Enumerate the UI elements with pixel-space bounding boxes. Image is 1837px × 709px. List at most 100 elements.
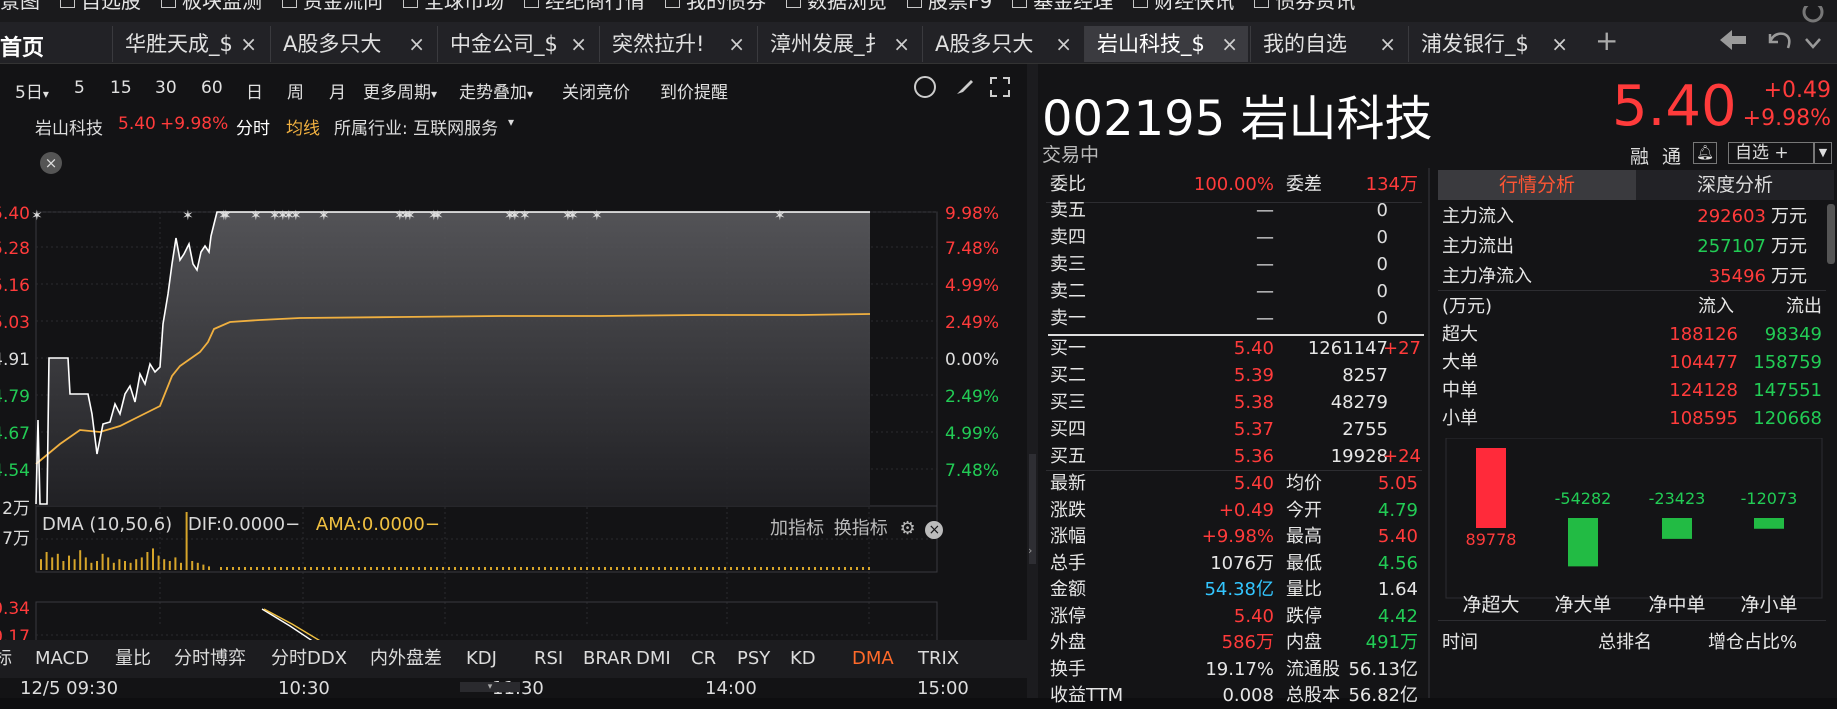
close-icon[interactable]: × bbox=[893, 26, 910, 62]
indicator-tab-8[interactable]: BRAR bbox=[583, 640, 632, 678]
indicator-tab-3[interactable]: 分时博弈 bbox=[174, 640, 246, 678]
volume-bar bbox=[73, 559, 76, 570]
indicator-tab-2[interactable]: 量比 bbox=[115, 640, 151, 678]
indicator-actions: 加指标 换指标 ⚙ × bbox=[770, 514, 944, 540]
add-indicator-button[interactable]: 加指标 bbox=[770, 518, 824, 539]
close-icon[interactable]: × bbox=[408, 26, 425, 62]
volume-bar bbox=[658, 567, 660, 570]
gear-icon[interactable] bbox=[1800, 1, 1826, 26]
volume-bar bbox=[496, 567, 498, 570]
margin-label[interactable]: 融 bbox=[1630, 142, 1649, 169]
scrollbar[interactable] bbox=[1827, 204, 1835, 264]
volume-bar bbox=[544, 567, 546, 570]
tab-1[interactable]: A股多只大 × bbox=[270, 26, 435, 62]
pct-tick: 0.00% bbox=[945, 350, 999, 370]
tab-0[interactable]: 华胜天成_$ × bbox=[112, 26, 267, 62]
limit-up-marker: ✶ bbox=[404, 208, 416, 224]
volume-bar bbox=[826, 567, 828, 570]
tab-6[interactable]: 岩山科技_$ × bbox=[1084, 26, 1248, 62]
price-tick: 4.79 bbox=[0, 387, 30, 407]
tab-label: 漳州发展_扌 bbox=[770, 32, 886, 56]
chevron-down-icon[interactable]: ▼ bbox=[1814, 142, 1832, 164]
volume-bar bbox=[538, 567, 540, 570]
close-icon[interactable]: × bbox=[1551, 26, 1568, 62]
tab-5[interactable]: A股多只大 × bbox=[922, 26, 1082, 62]
menu-item[interactable]: 自选股 bbox=[60, 0, 161, 16]
close-icon[interactable]: × bbox=[1221, 26, 1238, 62]
add-tab-button[interactable]: + bbox=[1595, 24, 1618, 57]
gear-icon[interactable]: ⚙ bbox=[899, 518, 915, 539]
connect-label[interactable]: 通 bbox=[1662, 142, 1681, 169]
menu-item[interactable]: 股票F9 bbox=[907, 0, 1012, 16]
volume-bar bbox=[622, 567, 624, 570]
menu-item[interactable]: 数据浏览 bbox=[786, 0, 907, 16]
tab-deep-analysis[interactable]: 深度分析 bbox=[1636, 170, 1834, 200]
add-watch-button[interactable]: 自选 + bbox=[1728, 142, 1814, 164]
close-icon[interactable]: × bbox=[1379, 26, 1396, 62]
menu-item[interactable]: 我的债券 bbox=[665, 0, 786, 16]
intraday-chart[interactable]: ✶✶✶✶✶✶✶✶✶✶✶✶✶✶✶✶✶✶✶✶✶✶ 5.405.285.165.034… bbox=[0, 64, 1027, 698]
volume-bar bbox=[574, 567, 576, 570]
menu-item[interactable]: 资金流向 bbox=[282, 0, 403, 16]
close-overlay-icon[interactable]: × bbox=[40, 152, 62, 174]
buy-volume: 48279 bbox=[1330, 392, 1388, 413]
menu-item[interactable]: 全球市场 bbox=[403, 0, 524, 16]
indicator-tab-13[interactable]: DMA bbox=[852, 640, 894, 678]
menu-item[interactable]: 财经快讯 bbox=[1133, 0, 1254, 16]
splitter[interactable]: › bbox=[1027, 64, 1038, 698]
tab-4[interactable]: 漳州发展_扌 × bbox=[757, 26, 920, 62]
chevron-down-icon[interactable] bbox=[1805, 34, 1821, 49]
tab-label: 华胜天成_$ bbox=[125, 32, 233, 56]
tab-label: 浦发银行_$ bbox=[1421, 32, 1529, 56]
tab-market-analysis[interactable]: 行情分析 bbox=[1438, 170, 1636, 200]
indicator-tab-4[interactable]: 分时DDX bbox=[271, 640, 347, 678]
back-arrow-icon[interactable] bbox=[1718, 28, 1748, 52]
tab-7[interactable]: 我的自选 × bbox=[1250, 26, 1406, 62]
indicator-tab-9[interactable]: DMI bbox=[636, 640, 671, 678]
close-icon[interactable]: × bbox=[240, 26, 257, 62]
volume-bar bbox=[430, 567, 432, 570]
menu-item[interactable]: 基金经理 bbox=[1012, 0, 1133, 16]
volume-bar bbox=[604, 567, 606, 570]
menu-item[interactable]: 景图 bbox=[0, 0, 60, 16]
switch-indicator-button[interactable]: 换指标 bbox=[834, 518, 888, 539]
indicator-tab-11[interactable]: PSY bbox=[737, 640, 770, 678]
indicator-tab-10[interactable]: CR bbox=[691, 640, 716, 678]
rank-head-ratio: 增仓占比% bbox=[1708, 632, 1798, 653]
indicator-tab-14[interactable]: TRIX bbox=[918, 640, 959, 678]
scroll-handle[interactable]: ▾ bbox=[460, 682, 520, 692]
close-icon[interactable]: × bbox=[1055, 26, 1072, 62]
indicator-tab-6[interactable]: KDJ bbox=[466, 640, 497, 678]
weibi-value: 100.00% bbox=[1193, 174, 1274, 195]
quote-value: 5.40 bbox=[1377, 526, 1418, 547]
volume-bar bbox=[700, 567, 702, 570]
indicator-tab-7[interactable]: RSI bbox=[534, 640, 563, 678]
close-icon[interactable]: × bbox=[925, 521, 944, 539]
close-icon[interactable]: × bbox=[728, 26, 745, 62]
sell-price: — bbox=[1256, 254, 1274, 275]
volume-bar bbox=[790, 567, 792, 570]
tab-8[interactable]: 浦发银行_$ × bbox=[1408, 26, 1578, 62]
volume-bar bbox=[568, 567, 570, 570]
menu-item[interactable]: 板块监测 bbox=[161, 0, 282, 16]
volume-bar bbox=[598, 567, 600, 570]
volume-bar bbox=[388, 567, 390, 570]
home-tab[interactable]: 首页 bbox=[0, 30, 44, 62]
limit-up-marker: ✶ bbox=[519, 208, 531, 224]
quote-label: 换手 bbox=[1050, 658, 1086, 680]
pct-tick: 2.49% bbox=[945, 313, 999, 333]
price-tick: 5.03 bbox=[0, 313, 30, 333]
menu-item[interactable]: 经纪商行情 bbox=[524, 0, 665, 16]
menu-label: 自选股 bbox=[81, 0, 141, 13]
indicator-tab-5[interactable]: 内外盘差 bbox=[370, 640, 442, 678]
indicator-tab-0[interactable]: 标 bbox=[0, 640, 12, 678]
indicator-tab-12[interactable]: KD bbox=[790, 640, 816, 678]
tab-3[interactable]: 突然拉升! × bbox=[599, 26, 755, 62]
menu-item[interactable]: 债券资讯 bbox=[1254, 0, 1375, 16]
bell-icon[interactable]: 🔔︎ bbox=[1693, 142, 1717, 164]
tab-2[interactable]: 中金公司_$ × bbox=[437, 26, 597, 62]
indicator-tab-1[interactable]: MACD bbox=[35, 640, 89, 678]
undo-icon[interactable] bbox=[1764, 28, 1794, 52]
volume-bar bbox=[334, 567, 336, 570]
close-icon[interactable]: × bbox=[570, 26, 587, 62]
